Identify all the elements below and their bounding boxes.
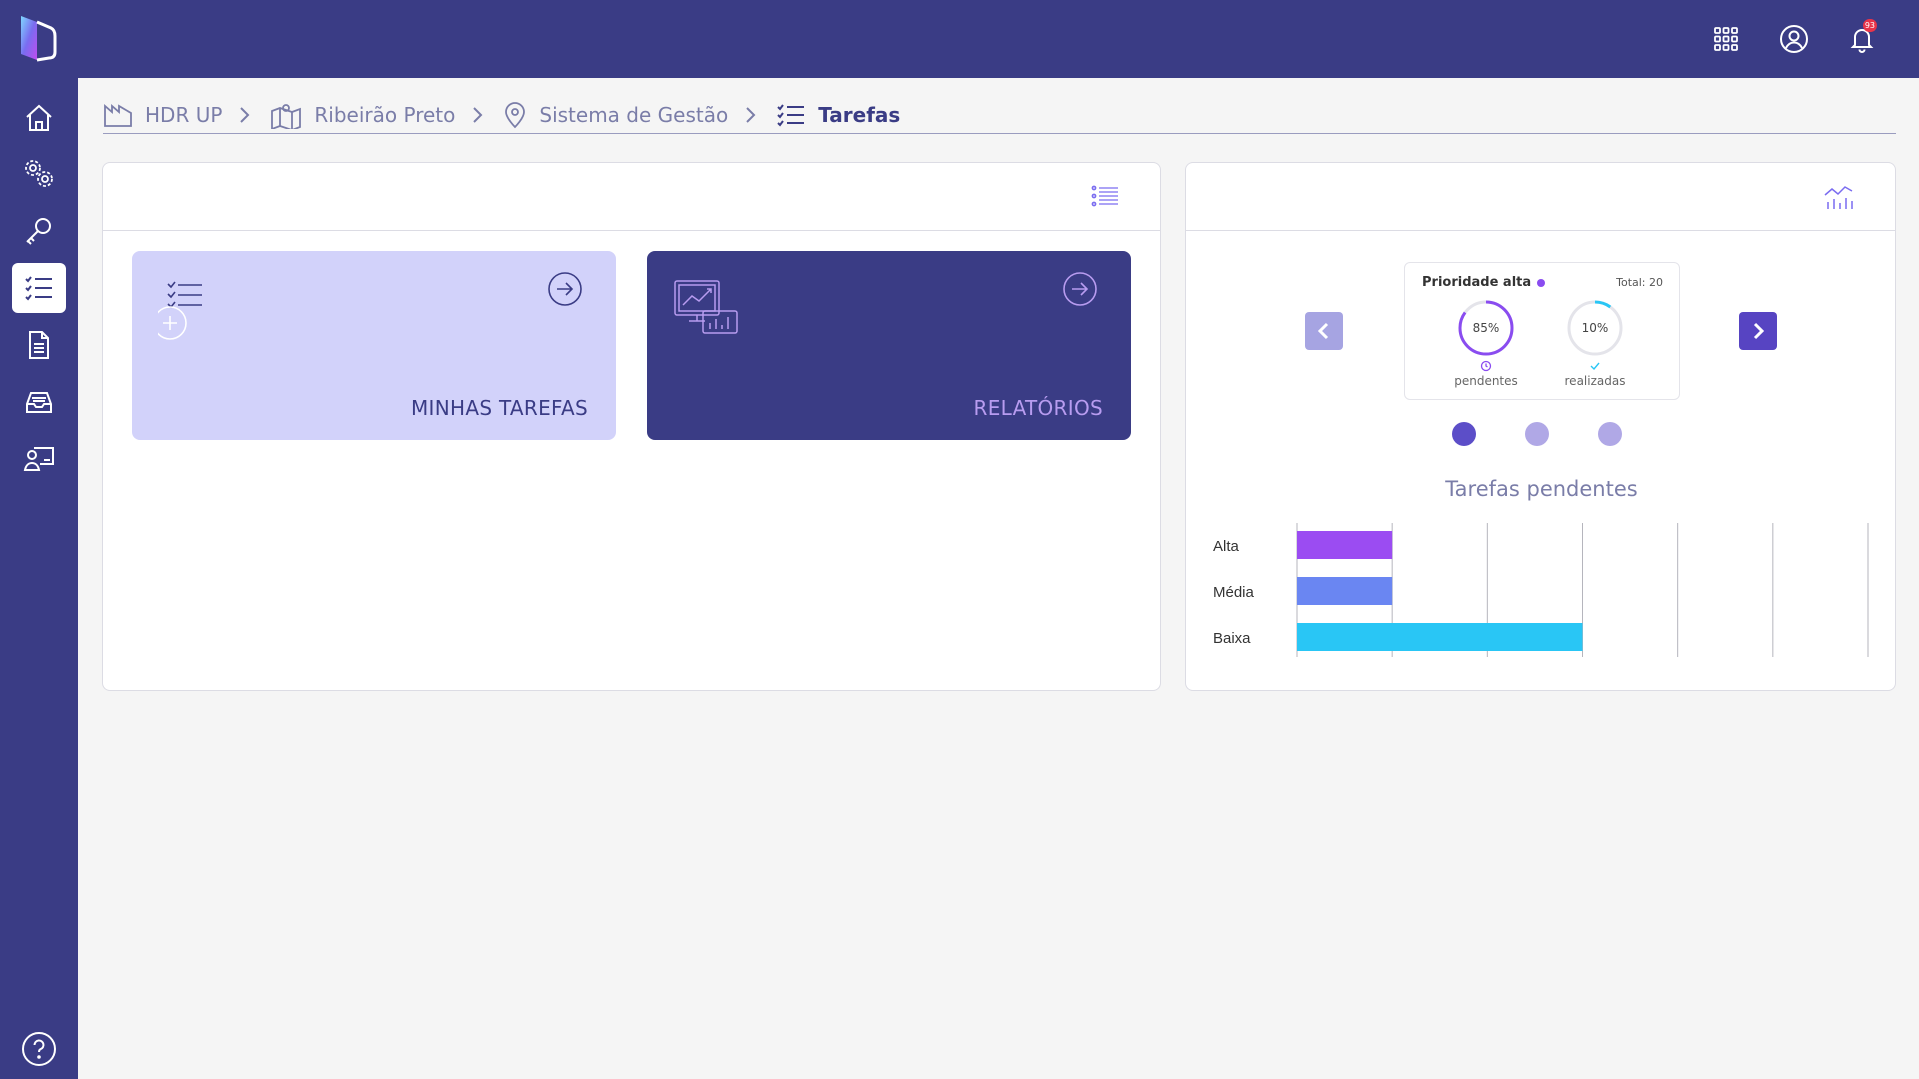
reports-card[interactable]: RELATÓRIOS — [647, 251, 1131, 440]
stat-title: Prioridade alta — [1422, 275, 1546, 290]
breadcrumb: HDR UP Ribeirão Preto Sistema de Gestão … — [103, 100, 1896, 134]
breadcrumb-hdr-up[interactable]: HDR UP — [103, 102, 222, 128]
my-tasks-card[interactable]: MINHAS TAREFAS — [132, 251, 616, 440]
reports-label: RELATÓRIOS — [973, 396, 1103, 420]
carousel-prev-button[interactable] — [1305, 312, 1343, 350]
sidebar-item-inbox[interactable] — [12, 377, 66, 427]
task-list-icon — [25, 276, 52, 301]
bell-icon[interactable]: 93 — [1843, 19, 1881, 58]
top-bar: 93 — [0, 0, 1919, 78]
bar[interactable] — [1297, 623, 1583, 651]
done-percent: 10% — [1581, 321, 1609, 335]
user-circle-icon[interactable] — [1775, 20, 1813, 58]
location-pin-icon — [505, 101, 526, 128]
done-ring: 10% — [1566, 299, 1624, 357]
carousel-dot-2[interactable] — [1525, 422, 1549, 446]
category-label: Baixa — [1213, 630, 1251, 647]
key-icon — [26, 218, 51, 245]
reports-chart-icon — [674, 280, 738, 334]
clock-icon — [1446, 360, 1526, 372]
breadcrumb-ribeirao-preto[interactable]: Ribeirão Preto — [270, 101, 455, 129]
category-label: Média — [1213, 584, 1255, 601]
sidebar-item-access[interactable] — [12, 206, 66, 256]
arrow-right-circle-icon[interactable] — [547, 271, 583, 311]
carousel-dot-1[interactable] — [1452, 422, 1476, 446]
sidebar-item-documents[interactable] — [12, 320, 66, 370]
home-icon — [26, 104, 52, 131]
document-icon — [29, 331, 49, 359]
sidebar-item-users[interactable] — [12, 434, 66, 484]
category-label: Alta — [1213, 538, 1240, 555]
analytics-chart-icon[interactable] — [1823, 181, 1855, 215]
chevron-right-icon — [744, 106, 756, 124]
panel-header — [1186, 163, 1895, 231]
sidebar-item-tasks[interactable] — [12, 263, 66, 313]
apps-grid-icon[interactable] — [1707, 20, 1745, 58]
stat-total: Total: 20 — [1616, 276, 1663, 289]
breadcrumb-tarefas[interactable]: Tarefas — [776, 102, 900, 128]
inbox-icon — [26, 392, 52, 413]
done-caption: realizadas — [1555, 360, 1635, 388]
chart-title: Tarefas pendentes — [1445, 477, 1638, 501]
list-view-icon[interactable] — [1090, 181, 1120, 215]
arrow-right-circle-icon[interactable] — [1062, 271, 1098, 311]
bar[interactable] — [1297, 531, 1393, 559]
chevron-left-icon — [1317, 322, 1329, 340]
panel-header — [103, 163, 1160, 231]
sidebar-item-home[interactable] — [12, 93, 66, 143]
statistics-panel: Prioridade alta Total: 20 85% pendentes … — [1185, 162, 1896, 691]
check-icon — [1555, 360, 1635, 372]
sidebar-item-settings[interactable] — [12, 149, 66, 199]
carousel-dots — [1452, 422, 1622, 446]
map-icon — [271, 103, 302, 129]
chevron-right-icon — [238, 106, 250, 124]
carousel-dot-3[interactable] — [1598, 422, 1622, 446]
settings-gears-icon — [25, 160, 53, 187]
user-board-icon — [23, 447, 54, 471]
breadcrumb-sistema-de-gestao[interactable]: Sistema de Gestão — [503, 101, 728, 129]
tasks-menu-panel: MINHAS TAREFAS RELATÓRIOS — [102, 162, 1161, 691]
my-tasks-label: MINHAS TAREFAS — [410, 396, 588, 420]
pending-tasks-chart: Alta Média Baixa — [1213, 523, 1869, 657]
app-logo[interactable] — [17, 12, 59, 64]
pending-percent: 85% — [1472, 321, 1500, 335]
add-task-icon — [158, 281, 202, 340]
pending-ring: 85% — [1457, 299, 1515, 357]
priority-stat-card: Prioridade alta Total: 20 85% pendentes … — [1404, 262, 1680, 400]
bar[interactable] — [1297, 577, 1393, 605]
carousel-next-button[interactable] — [1739, 312, 1777, 350]
sidebar — [0, 0, 78, 1079]
chevron-right-icon — [1753, 322, 1765, 340]
factory-icon — [104, 103, 132, 127]
chevron-right-icon — [471, 106, 483, 124]
pending-caption: pendentes — [1446, 360, 1526, 388]
checklist-icon — [777, 103, 805, 127]
priority-dot — [1537, 278, 1546, 287]
help-icon[interactable] — [20, 1030, 58, 1068]
notification-badge: 93 — [1862, 19, 1877, 32]
